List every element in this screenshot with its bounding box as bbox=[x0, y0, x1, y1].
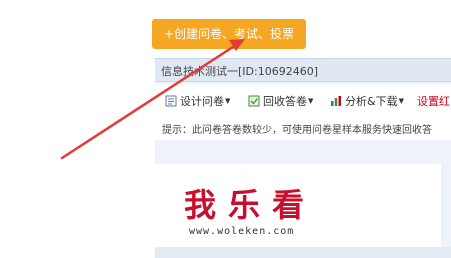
pointer-arrow-icon bbox=[60, 39, 245, 160]
